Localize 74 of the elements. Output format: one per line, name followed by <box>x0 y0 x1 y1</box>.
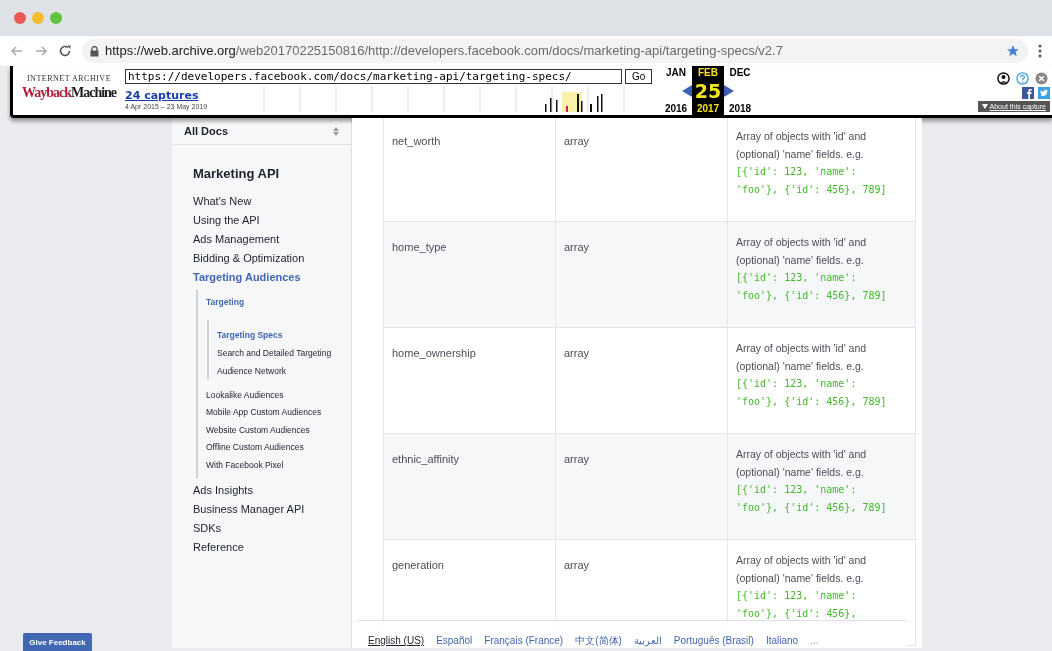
user-icon[interactable] <box>997 72 1010 85</box>
field-description: Array of objects with 'id' and (optional) 'name' fields. e.g. <box>736 129 868 162</box>
language-link[interactable]: Español <box>436 633 473 648</box>
sidebar-item[interactable]: Audience Network <box>217 361 351 380</box>
forward-icon[interactable] <box>34 44 48 58</box>
next-arrow-icon[interactable] <box>724 85 734 97</box>
field-name: net_worth <box>392 135 441 147</box>
field-description: Array of objects with 'id' and (optional) 'name' fields. e.g. <box>736 235 868 268</box>
sidebar-item[interactable]: Ads Management <box>193 229 351 249</box>
logo-caption: INTERNET ARCHIVE <box>26 73 112 85</box>
docs-select[interactable]: All Docs <box>172 118 351 145</box>
sidebar-item[interactable]: Targeting <box>206 293 351 320</box>
back-icon[interactable] <box>10 44 24 58</box>
help-icon[interactable] <box>1016 72 1029 85</box>
wayback-url-field[interactable]: https://developers.facebook.com/docs/marketing-api/targeting-specs/ <box>125 69 622 84</box>
field-name: home_ownership <box>392 347 476 359</box>
field-type: array <box>564 453 590 465</box>
triangle-icon <box>981 104 988 109</box>
field-name: generation <box>392 559 444 571</box>
code-example: [{'id': 123, 'name': 'foo'}, {'id': 456}, 789] <box>736 483 888 515</box>
sidebar-item[interactable]: Website Custom Audiences <box>206 421 351 439</box>
sidebar-item[interactable]: Bidding & Optimization <box>193 248 351 268</box>
code-example: [{'id': 123, 'name': 'foo'}, {'id': 456}, <box>736 589 858 621</box>
field-name: home_type <box>392 241 447 253</box>
field-type: array <box>564 241 590 253</box>
language-link[interactable]: Français (France) <box>484 633 564 648</box>
field-description: Array of objects with 'id' and (optional) 'name' fields. e.g. <box>736 341 868 374</box>
sidebar-item[interactable]: Lookalike Audiences <box>206 386 351 404</box>
sidebar-item[interactable]: Mobile App Custom Audiences <box>206 404 351 422</box>
wayback-logo[interactable]: WaybackMachine <box>21 85 117 101</box>
field-type: array <box>564 135 590 147</box>
sidebar-item[interactable]: Ads Insights <box>193 481 351 500</box>
sidebar-item[interactable]: Search and Detailed Targeting <box>217 343 351 362</box>
code-example: [{'id': 123, 'name': 'foo'}, {'id': 456}, 789] <box>736 377 888 409</box>
lock-icon <box>90 45 99 57</box>
language-link[interactable]: العربية <box>633 633 662 648</box>
language-link[interactable]: Português (Brasil) <box>673 633 754 648</box>
previous-arrow-icon[interactable] <box>682 85 692 97</box>
sidebar-item[interactable]: What's New <box>193 191 351 211</box>
address-bar[interactable]: https://web.archive.org/web20170225150816/http://developers.facebook.com/docs/marketing-api/targeting-specs/v2.7 <box>82 39 1028 63</box>
sidebar-item[interactable]: SDKs <box>193 519 351 538</box>
field-type: array <box>564 559 590 571</box>
close-icon[interactable] <box>1035 72 1048 85</box>
twitter-icon[interactable] <box>1038 87 1050 99</box>
field-type: array <box>564 347 590 359</box>
captures-link[interactable]: 24 captures <box>125 88 250 102</box>
reload-icon[interactable] <box>58 44 72 58</box>
bookmark-star-icon[interactable] <box>1006 44 1020 58</box>
selected-date[interactable]: FEB 25 2017 <box>692 66 724 115</box>
field-description: Array of objects with 'id' and (optional) 'name' fields. e.g. <box>736 447 868 480</box>
url-text: https://web.archive.org/web20170225150816/http://developers.facebook.com/docs/marketing-api/targeting-specs/v2.7 <box>105 42 783 61</box>
close-window-icon[interactable] <box>14 12 26 24</box>
language-link[interactable]: 中文(简体) <box>575 633 622 648</box>
language-link[interactable]: English (US) <box>368 633 425 648</box>
code-example: [{'id': 123, 'name': 'foo'}, {'id': 456}, 789] <box>736 165 888 197</box>
go-button[interactable]: Go <box>625 69 653 84</box>
sidebar-title: Marketing API <box>193 165 281 183</box>
menu-icon[interactable] <box>1038 44 1042 58</box>
updown-chevron-icon <box>333 126 339 136</box>
give-feedback-button[interactable]: Give Feedback <box>23 633 92 651</box>
field-name: ethnic_affinity <box>392 453 460 465</box>
sidebar-item[interactable]: Business Manager API <box>193 500 351 519</box>
sidebar-item[interactable]: Offline Custom Audiences <box>206 439 351 457</box>
month-column[interactable]: DEC 2018 <box>724 66 756 115</box>
month-column[interactable]: JAN 2016 <box>660 66 692 115</box>
sidebar-item[interactable]: Using the API <box>193 210 351 230</box>
sidebar-item[interactable]: Targeting Audiences <box>193 267 351 287</box>
facebook-icon[interactable] <box>1022 87 1034 99</box>
sidebar-item[interactable]: Reference <box>193 538 351 557</box>
field-description: Array of objects with 'id' and (optional) 'name' fields. e.g. <box>736 553 868 586</box>
language-link[interactable]: Italiano <box>765 633 799 648</box>
code-example: [{'id': 123, 'name': 'foo'}, {'id': 456}, 789] <box>736 271 888 303</box>
sidebar-item[interactable]: Targeting Specs <box>217 325 351 344</box>
sidebar-item[interactable]: With Facebook Pixel <box>206 456 351 474</box>
